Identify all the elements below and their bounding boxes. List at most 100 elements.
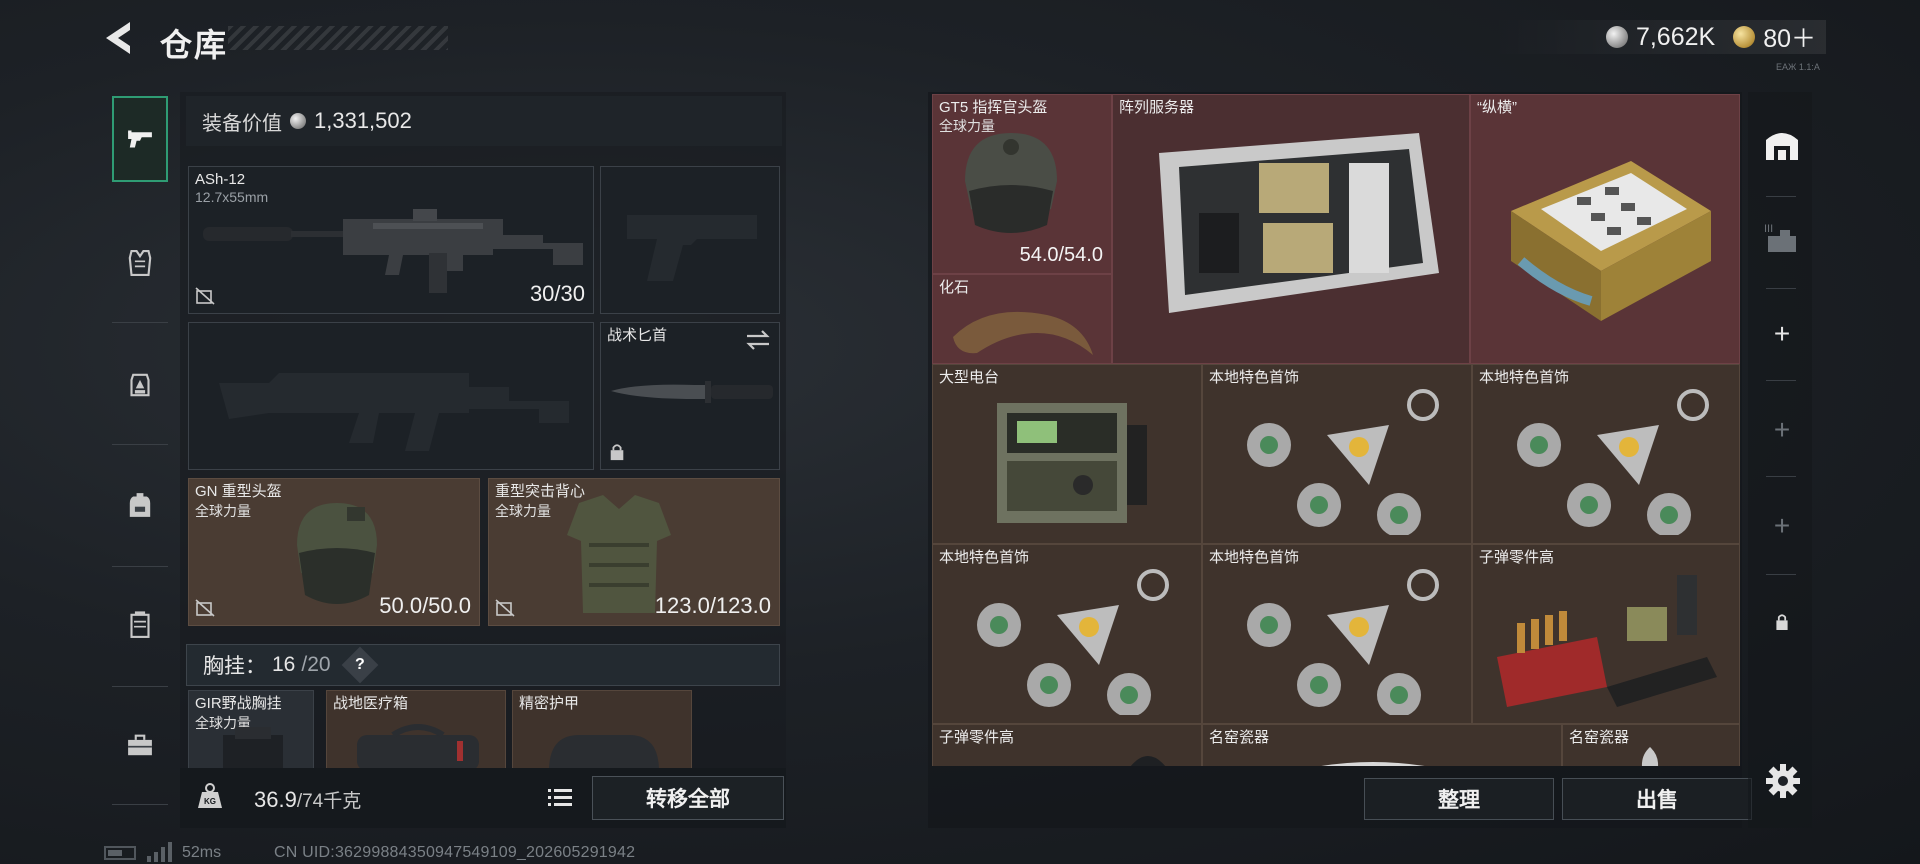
warehouse-tab[interactable] (1758, 120, 1806, 168)
inventory-item[interactable]: 名窑瓷器 (1202, 724, 1562, 766)
server-image (1159, 133, 1439, 313)
chest-rig-capacity: /20 (301, 653, 331, 676)
rail-divider (1766, 288, 1796, 289)
rail-divider (1766, 574, 1796, 575)
item-name: 子弹零件高 (939, 729, 1015, 746)
inventory-item[interactable]: 化石 (932, 274, 1112, 364)
gold-coin-icon (1733, 26, 1756, 48)
item-name: 本地特色首饰 (1209, 369, 1300, 386)
container-icon (130, 611, 150, 638)
pistol-icon (128, 130, 152, 148)
equipment-value: 1,331,502 (314, 108, 412, 133)
rig-item[interactable]: 精密护甲 (512, 690, 692, 770)
version-tag: ЕАЖ 1.1:А (1776, 62, 1820, 72)
list-view-button[interactable] (542, 780, 578, 816)
porcelain-image (1641, 747, 1659, 766)
inventory-item[interactable]: “纵横” (1470, 94, 1740, 364)
inventory-item[interactable]: 子弹零件高 (1472, 544, 1740, 724)
storage-rail (1748, 92, 1812, 828)
primary-weapon-slot[interactable]: ASh-12 12.7x55mm 30/30 (188, 166, 594, 314)
item-name: 名窑瓷器 (1209, 729, 1270, 746)
item-name: 名窑瓷器 (1569, 729, 1630, 746)
tab-case[interactable] (104, 700, 176, 790)
secondary-weapon-slot[interactable] (188, 322, 594, 470)
rig-item[interactable]: 战地医疗箱 (326, 690, 506, 770)
help-button[interactable]: ? (341, 646, 378, 684)
silver-currency-value: 7,662K (1635, 22, 1716, 51)
equipment-tabs (104, 88, 176, 806)
tab-chest-rig[interactable] (104, 340, 176, 430)
no-drop-icon (195, 287, 215, 305)
helmet-name: GN 重型头盔 (195, 483, 282, 500)
inventory-item[interactable]: 大型电台 (932, 364, 1202, 544)
item-partial-image (1130, 756, 1166, 766)
tab-weapon[interactable] (112, 96, 168, 182)
tab-divider (112, 566, 168, 567)
settings-button[interactable] (1762, 760, 1804, 802)
storage-crate-icon: III (1764, 223, 1796, 252)
knife-slot[interactable]: 战术匕首 (600, 322, 780, 470)
locked-storage-slot[interactable] (1758, 598, 1806, 646)
secondary-storage-tab[interactable]: III (1758, 214, 1806, 262)
tab-backpack[interactable] (104, 460, 176, 550)
chest-rig-image (223, 727, 283, 769)
armor-plate-image (549, 735, 659, 769)
inventory-item[interactable]: 子弹零件高 (932, 724, 1202, 766)
inventory-item[interactable]: 阵列服务器 (1112, 94, 1470, 364)
add-storage-button[interactable]: + (1758, 502, 1806, 550)
tab-armor-vest[interactable] (104, 218, 176, 308)
currency-display: 7,662K 80＋ (1490, 20, 1826, 54)
player-uid: CN UID:3629988435094754​9109_20260529194… (274, 844, 636, 861)
sell-button[interactable]: 出售 (1562, 778, 1752, 820)
transfer-all-button[interactable]: 转移全部 (592, 776, 784, 820)
chest-rig-used: 16 (272, 653, 296, 676)
sort-button[interactable]: 整理 (1364, 778, 1554, 820)
help-icon: ? (354, 656, 365, 673)
helmet-slot[interactable]: GN 重型头盔 全球力量 50.0/50.0 (188, 478, 480, 626)
backpack-icon (129, 493, 151, 517)
swap-icon[interactable] (745, 329, 771, 351)
svg-text:KG: KG (204, 797, 216, 806)
weight-icon: KG (198, 783, 222, 808)
rig-item-name: 精密护甲 (519, 695, 580, 712)
title-decoration (228, 26, 448, 50)
weight-max: /74千克 (296, 791, 362, 812)
inventory-item[interactable]: 本地特色首饰 (1472, 364, 1740, 544)
armor-faction: 全球力量 (495, 503, 551, 519)
signal-strength-icon (147, 842, 172, 862)
armor-slot[interactable]: 重型突击背心 全球力量 123.0/123.0 (488, 478, 780, 626)
rig-item-name: GIR野战胸挂 (195, 695, 282, 712)
jewelry-image (1247, 389, 1439, 535)
inventory-item[interactable]: 名窑瓷器 (1562, 724, 1740, 766)
armor-durability: 123.0/123.0 (654, 593, 771, 618)
add-storage-button[interactable]: + (1758, 310, 1806, 358)
gear-icon (1766, 764, 1800, 798)
chest-rig-icon (130, 373, 150, 397)
rig-item[interactable]: GIR野战胸挂 全球力量 (188, 690, 314, 770)
jewelry-image (1517, 389, 1709, 535)
page-title: 仓库 (160, 27, 229, 63)
inventory-item[interactable]: 本地特色首饰 (932, 544, 1202, 724)
add-storage-button[interactable]: + (1758, 406, 1806, 454)
medical-case-image (357, 724, 479, 769)
inventory-item[interactable]: GT5 指挥官头盔 全球力量 54.0/54.0 (932, 94, 1112, 274)
helmet-image (297, 503, 377, 604)
inventory-grid: GT5 指挥官头盔 全球力量 54.0/54.0 阵列服务器 “纵横” 化石 大… (932, 94, 1740, 766)
silver-coin-icon (290, 113, 306, 129)
rail-divider (1766, 476, 1796, 477)
back-button[interactable] (100, 18, 140, 58)
inventory-item[interactable]: 本地特色首饰 (1202, 544, 1472, 724)
list-icon (548, 789, 572, 806)
tab-container[interactable] (104, 580, 176, 670)
jewelry-image (1247, 569, 1439, 715)
inventory-item[interactable]: 本地特色首饰 (1202, 364, 1472, 544)
item-name: 本地特色首饰 (939, 549, 1030, 566)
gold-currency-value: 80＋ (1763, 25, 1816, 53)
tab-divider (112, 804, 168, 805)
pistol-slot[interactable] (600, 166, 780, 314)
svg-text:III: III (1764, 223, 1773, 235)
no-drop-icon (195, 599, 215, 617)
porcelain-image (1321, 762, 1425, 766)
back-arrow-icon (106, 22, 130, 54)
rig-item-name: 战地医疗箱 (333, 695, 409, 712)
